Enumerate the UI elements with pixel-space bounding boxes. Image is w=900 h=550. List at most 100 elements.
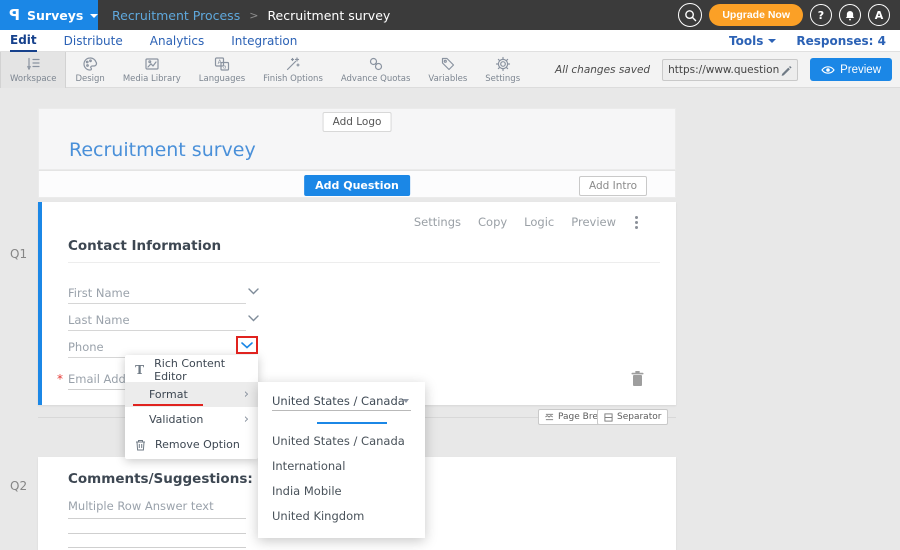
upgrade-now-button[interactable]: Upgrade Now bbox=[709, 4, 803, 26]
submenu-arrow-icon bbox=[244, 388, 249, 401]
menu-item-label: Validation bbox=[149, 413, 203, 426]
toolbar-label: Settings bbox=[485, 74, 520, 84]
tab-integration[interactable]: Integration bbox=[231, 30, 297, 52]
phone-format-select[interactable]: United States / Canada bbox=[272, 391, 411, 411]
multirow-answer-placeholder[interactable]: Multiple Row Answer text bbox=[68, 499, 214, 513]
chevron-down-icon[interactable] bbox=[248, 315, 259, 322]
questionpro-logo: P bbox=[9, 6, 20, 24]
format-annotation-underline bbox=[133, 404, 203, 406]
workspace-icon bbox=[25, 56, 41, 72]
question-number-q2: Q2 bbox=[10, 479, 27, 493]
toolbar-label: Advance Quotas bbox=[341, 74, 411, 84]
tab-edit[interactable]: Edit bbox=[10, 30, 37, 52]
svg-text:a: a bbox=[223, 64, 226, 70]
question-text-q1[interactable]: Contact Information bbox=[68, 238, 221, 254]
toolbar-item-workspace[interactable]: Workspace bbox=[0, 52, 66, 88]
menu-item-validation[interactable]: Validation bbox=[125, 407, 258, 432]
question-logic-button[interactable]: Logic bbox=[524, 215, 554, 229]
add-intro-button[interactable]: Add Intro bbox=[579, 176, 647, 196]
tools-label: Tools bbox=[729, 34, 763, 48]
toolbar-item-advance-quotas[interactable]: Advance Quotas bbox=[332, 52, 420, 88]
breadcrumb-separator: > bbox=[249, 9, 258, 22]
search-icon bbox=[684, 9, 697, 22]
format-options-list: United States / Canada International Ind… bbox=[258, 428, 425, 528]
preview-label: Preview bbox=[840, 64, 881, 76]
toolbar-item-languages[interactable]: A a Languages bbox=[190, 52, 254, 88]
toolbar-label: Variables bbox=[428, 74, 467, 84]
separator-label: Separator bbox=[617, 412, 661, 422]
responses-link[interactable]: Responses: 4 bbox=[796, 34, 886, 48]
format-option-united-kingdom[interactable]: United Kingdom bbox=[258, 503, 425, 528]
tab-distribute[interactable]: Distribute bbox=[64, 30, 123, 52]
field-last-name[interactable]: Last Name bbox=[68, 309, 246, 331]
format-submenu-panel: United States / Canada United States / C… bbox=[258, 382, 425, 538]
advance-quotas-icon bbox=[368, 56, 384, 72]
design-palette-icon bbox=[82, 56, 98, 72]
editor-toolbar: Workspace Design Media Library A a Langu… bbox=[0, 52, 900, 88]
topbar: P Surveys Recruitment Process > Recruitm… bbox=[0, 0, 900, 30]
toolbar-label: Media Library bbox=[123, 74, 181, 84]
toolbar-item-design[interactable]: Design bbox=[66, 52, 113, 88]
menu-item-rich-content-editor[interactable]: Rich Content Editor bbox=[125, 357, 258, 382]
bell-icon bbox=[844, 9, 856, 22]
question-settings-button[interactable]: Settings bbox=[414, 215, 461, 229]
phone-row-dropdown-highlight[interactable] bbox=[236, 336, 258, 354]
avatar[interactable]: A bbox=[868, 4, 890, 26]
tab-analytics[interactable]: Analytics bbox=[150, 30, 205, 52]
question-preview-button[interactable]: Preview bbox=[571, 215, 616, 229]
question-copy-button[interactable]: Copy bbox=[478, 215, 507, 229]
toolbar-label: Finish Options bbox=[263, 74, 323, 84]
menu-item-label: Remove Option bbox=[155, 438, 240, 451]
chevron-down-icon bbox=[768, 39, 776, 43]
question-text-q2[interactable]: Comments/Suggestions: bbox=[68, 471, 253, 487]
submenu-arrow-icon bbox=[244, 413, 249, 426]
notifications-button[interactable] bbox=[839, 4, 861, 26]
page-break-icon bbox=[545, 413, 554, 421]
chevron-down-icon bbox=[90, 14, 98, 18]
format-option-international[interactable]: International bbox=[258, 453, 425, 478]
help-button[interactable]: ? bbox=[810, 4, 832, 26]
media-library-icon bbox=[144, 56, 160, 72]
row-options-context-menu: Rich Content Editor Format Validation Re… bbox=[125, 355, 258, 459]
main-tabs: Edit Distribute Analytics Integration To… bbox=[0, 30, 900, 52]
required-mark: * bbox=[57, 372, 63, 386]
question-more-menu-icon[interactable] bbox=[635, 221, 638, 224]
answer-line bbox=[68, 547, 246, 548]
chevron-down-icon[interactable] bbox=[248, 288, 259, 295]
field-first-name[interactable]: First Name bbox=[68, 282, 246, 304]
menu-item-remove-option[interactable]: Remove Option bbox=[125, 432, 258, 457]
tools-menu[interactable]: Tools bbox=[729, 34, 776, 48]
survey-editor-screen: P Surveys Recruitment Process > Recruitm… bbox=[0, 0, 900, 550]
toolbar-right: All changes saved Preview bbox=[555, 58, 900, 81]
divider bbox=[68, 262, 660, 263]
separator-button[interactable]: Separator bbox=[597, 409, 668, 425]
toolbar-item-settings[interactable]: Settings bbox=[476, 52, 529, 88]
survey-url-input[interactable] bbox=[668, 64, 780, 76]
survey-title[interactable]: Recruitment survey bbox=[69, 139, 256, 161]
format-option-india-mobile[interactable]: India Mobile bbox=[258, 478, 425, 503]
add-question-button[interactable]: Add Question bbox=[304, 175, 410, 196]
survey-header-card: Add Logo Recruitment survey bbox=[38, 108, 676, 170]
menu-item-label: Format bbox=[149, 388, 188, 401]
breadcrumb-folder[interactable]: Recruitment Process bbox=[112, 8, 240, 23]
languages-icon: A a bbox=[214, 56, 230, 72]
search-button[interactable] bbox=[678, 3, 702, 27]
toolbar-label: Design bbox=[75, 74, 104, 84]
toolbar-item-media-library[interactable]: Media Library bbox=[114, 52, 190, 88]
settings-gear-icon bbox=[495, 56, 511, 72]
toolbar-item-finish-options[interactable]: Finish Options bbox=[254, 52, 332, 88]
toolbar-item-variables[interactable]: Variables bbox=[419, 52, 476, 88]
rich-text-icon bbox=[125, 363, 154, 377]
add-logo-button[interactable]: Add Logo bbox=[323, 112, 392, 132]
preview-button[interactable]: Preview bbox=[810, 58, 892, 81]
format-option-us-canada[interactable]: United States / Canada bbox=[258, 428, 425, 453]
menu-item-label: Rich Content Editor bbox=[154, 357, 258, 383]
toolbar-label: Workspace bbox=[10, 74, 56, 84]
chevron-down-icon[interactable] bbox=[241, 342, 253, 349]
selected-format-value: United States / Canada bbox=[272, 394, 405, 408]
surveys-menu[interactable]: P Surveys bbox=[0, 0, 98, 30]
delete-question-trash-icon[interactable] bbox=[630, 370, 645, 387]
product-name: Surveys bbox=[27, 8, 83, 23]
eye-icon bbox=[821, 65, 835, 75]
edit-url-pencil-icon[interactable] bbox=[780, 64, 792, 76]
